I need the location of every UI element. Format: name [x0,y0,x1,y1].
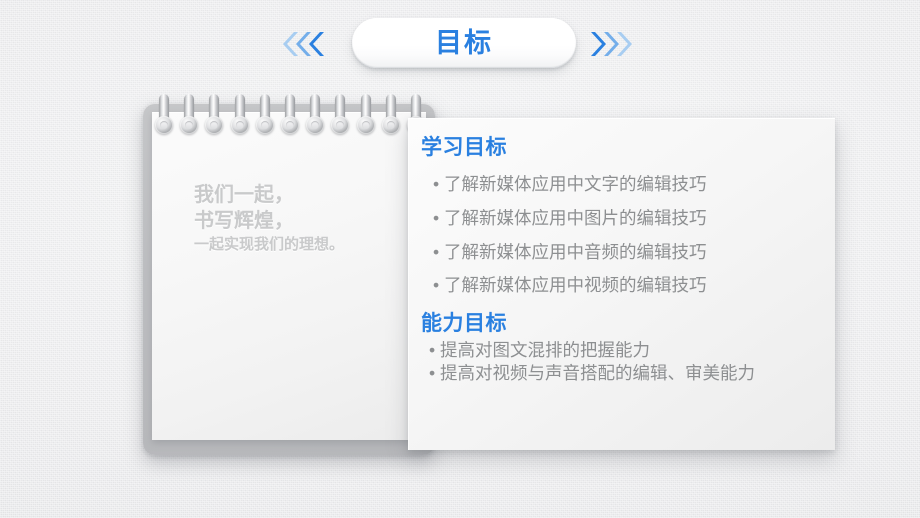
list-item-label: 提高对视频与声音搭配的编辑、审美能力 [440,363,755,384]
list-item: • 提高对图文混排的把握能力 [429,339,825,362]
section-title-pill[interactable]: 目标 [352,18,576,68]
list-item-label: 了解新媒体应用中文字的编辑技巧 [444,174,707,195]
list-item: • 了解新媒体应用中音频的编辑技巧 [433,236,825,270]
section-title-learning: 学习目标 [421,136,507,159]
objectives-panel: 学习目标 • 了解新媒体应用中文字的编辑技巧 • 了解新媒体应用中图片的编辑技巧… [408,118,835,450]
bullet-icon: • [433,174,440,195]
bullet-icon: • [429,363,436,384]
list-item-label: 提高对图文混排的把握能力 [440,340,650,361]
slide-header: 目标 [0,0,920,86]
bullet-icon: • [433,275,440,296]
list-item-label: 了解新媒体应用中图片的编辑技巧 [444,207,707,228]
notepad: 我们一起， 书写辉煌， 一起实现我们的理想。 [143,94,435,455]
chevron-right-icon-3 [617,32,632,56]
notepad-text: 我们一起， 书写辉煌， 一起实现我们的理想。 [194,182,424,255]
spiral-binding-icon [155,94,425,142]
list-item-label: 了解新媒体应用中视频的编辑技巧 [444,275,707,296]
spiral-ring [255,94,274,142]
notepad-line-2: 书写辉煌， [194,210,294,233]
page-title: 目标 [435,27,493,58]
spiral-ring [356,94,375,142]
chevrons-right-icon [591,29,632,59]
spiral-ring [180,94,199,142]
notepad-line-1: 我们一起， [194,184,294,206]
spiral-ring [331,94,350,142]
spiral-ring [205,94,224,142]
bullet-icon: • [433,241,440,262]
spiral-ring [230,94,249,142]
bullet-icon: • [433,207,440,228]
list-item: • 了解新媒体应用中图片的编辑技巧 [433,202,825,236]
chevron-left-icon-3 [309,32,324,56]
list-item: • 了解新媒体应用中文字的编辑技巧 [433,168,825,202]
bullet-icon: • [429,340,436,361]
list-item: • 了解新媒体应用中视频的编辑技巧 [433,269,825,303]
list-item-label: 了解新媒体应用中音频的编辑技巧 [444,241,707,262]
notepad-line-3: 一起实现我们的理想。 [194,235,345,253]
section-title-ability: 能力目标 [421,311,507,335]
spiral-ring [155,94,173,142]
list-item: • 提高对视频与声音搭配的编辑、审美能力 [429,362,825,385]
learning-objectives-list: • 了解新媒体应用中文字的编辑技巧 • 了解新媒体应用中图片的编辑技巧 • 了解… [421,168,825,302]
spiral-ring [306,94,325,142]
spiral-ring [280,94,299,142]
ability-objectives-list: • 提高对图文混排的把握能力 • 提高对视频与声音搭配的编辑、审美能力 [421,339,825,386]
spiral-ring [381,94,400,142]
chevrons-left-icon [283,29,324,59]
slide: 目标 我们一起， 书写辉煌， 一起实现我们的理想。 学习目标 • 了解新媒体应用… [0,0,920,518]
notepad-page: 我们一起， 书写辉煌， 一起实现我们的理想。 [152,112,426,440]
